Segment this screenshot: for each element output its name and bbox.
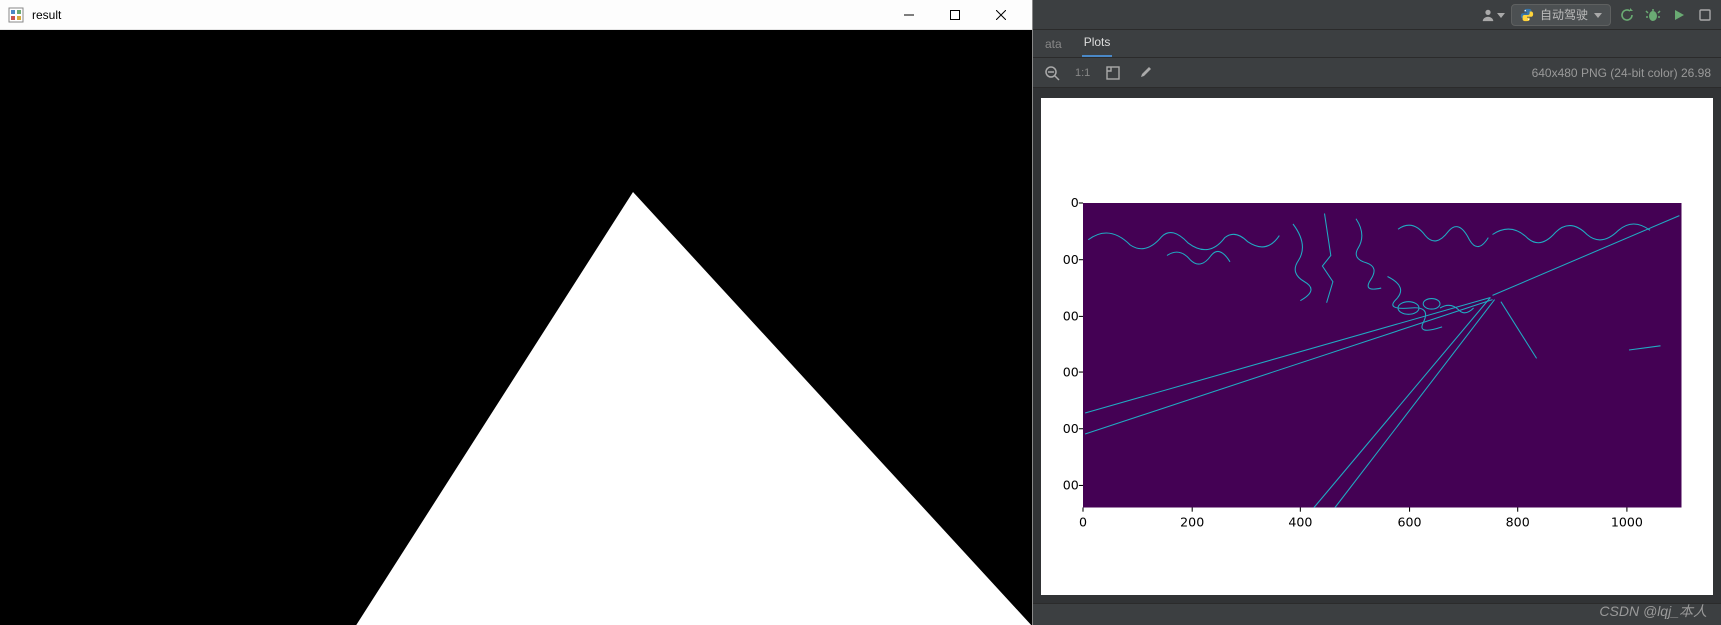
ytick-0: 0 bbox=[1071, 195, 1079, 210]
roi-mask-triangle bbox=[0, 32, 1032, 625]
app-icon bbox=[8, 7, 24, 23]
plot-area: 0 200 400 600 800 1000 0 00 00 00 bbox=[1033, 88, 1721, 603]
result-image-canvas bbox=[0, 30, 1032, 625]
plot-figure[interactable]: 0 200 400 600 800 1000 0 00 00 00 bbox=[1041, 98, 1713, 595]
plot-info-label: 640x480 PNG (24-bit color) 26.98 bbox=[1532, 66, 1711, 80]
ratio-label[interactable]: 1:1 bbox=[1075, 67, 1090, 79]
user-menu[interactable] bbox=[1481, 8, 1505, 22]
window-titlebar[interactable]: result bbox=[0, 0, 1032, 30]
tab-plots[interactable]: Plots bbox=[1082, 31, 1113, 57]
opencv-window: result bbox=[0, 0, 1033, 625]
xtick-200: 200 bbox=[1180, 514, 1204, 529]
python-icon bbox=[1520, 8, 1534, 22]
ide-panel: 自动驾驶 ata Plots 1:1 bbox=[1033, 0, 1721, 625]
xtick-600: 600 bbox=[1398, 514, 1422, 529]
svg-text:00: 00 bbox=[1063, 309, 1079, 324]
color-picker-button[interactable] bbox=[1136, 64, 1154, 82]
plot-toolbar: 1:1 640x480 PNG (24-bit color) 26.98 bbox=[1033, 58, 1721, 88]
ide-status-bar: CSDN @lqj_本人 bbox=[1033, 603, 1721, 625]
svg-text:00: 00 bbox=[1063, 252, 1079, 267]
watermark-label: CSDN @lqj_本人 bbox=[1599, 601, 1707, 621]
xtick-1000: 1000 bbox=[1611, 514, 1643, 529]
zoom-out-button[interactable] bbox=[1043, 64, 1061, 82]
minimize-button[interactable] bbox=[886, 0, 932, 29]
svg-text:00: 00 bbox=[1063, 364, 1079, 379]
rerun-button[interactable] bbox=[1617, 5, 1637, 25]
fit-button[interactable] bbox=[1104, 64, 1122, 82]
xtick-400: 400 bbox=[1288, 514, 1312, 529]
run-config-selector[interactable]: 自动驾驶 bbox=[1511, 4, 1611, 26]
svg-text:00: 00 bbox=[1063, 421, 1079, 436]
chevron-down-icon bbox=[1594, 11, 1602, 19]
xtick-0: 0 bbox=[1079, 514, 1087, 529]
run-button[interactable] bbox=[1669, 5, 1689, 25]
maximize-button[interactable] bbox=[932, 0, 978, 29]
edge-detection-plot: 0 200 400 600 800 1000 0 00 00 00 bbox=[1041, 98, 1713, 602]
window-title: result bbox=[32, 8, 61, 22]
tab-data[interactable]: ata bbox=[1043, 33, 1064, 57]
run-config-label: 自动驾驶 bbox=[1540, 6, 1588, 23]
ide-tabs: ata Plots bbox=[1033, 30, 1721, 58]
close-button[interactable] bbox=[978, 0, 1024, 29]
debug-button[interactable] bbox=[1643, 5, 1663, 25]
ide-top-toolbar: 自动驾驶 bbox=[1033, 0, 1721, 30]
xtick-800: 800 bbox=[1506, 514, 1530, 529]
more-button[interactable] bbox=[1695, 5, 1715, 25]
svg-text:00: 00 bbox=[1063, 478, 1079, 493]
